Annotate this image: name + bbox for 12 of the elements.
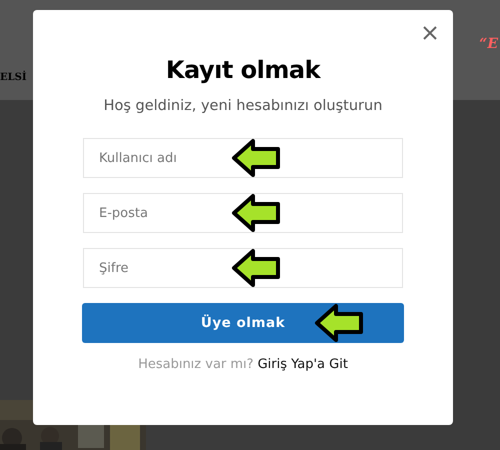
signup-button[interactable]: Üye olmak <box>82 303 404 343</box>
quote-text: “E <box>479 36 498 52</box>
close-button[interactable] <box>421 24 439 42</box>
input-field[interactable]: E-posta <box>83 193 403 233</box>
dialog-title: Kayıt olmak <box>166 56 320 84</box>
input-field[interactable]: Kullanıcı adı <box>83 138 403 178</box>
close-icon <box>421 24 439 42</box>
header-text: ELSİ <box>0 72 27 83</box>
account-question: Hesabınız var mı? <box>138 357 254 372</box>
login-link[interactable]: Giriş Yap'a Git <box>258 357 348 372</box>
input-field[interactable]: Şifre <box>83 248 403 288</box>
dialog-subtitle: Hoş geldiniz, yeni hesabınızı oluşturun <box>104 98 382 114</box>
